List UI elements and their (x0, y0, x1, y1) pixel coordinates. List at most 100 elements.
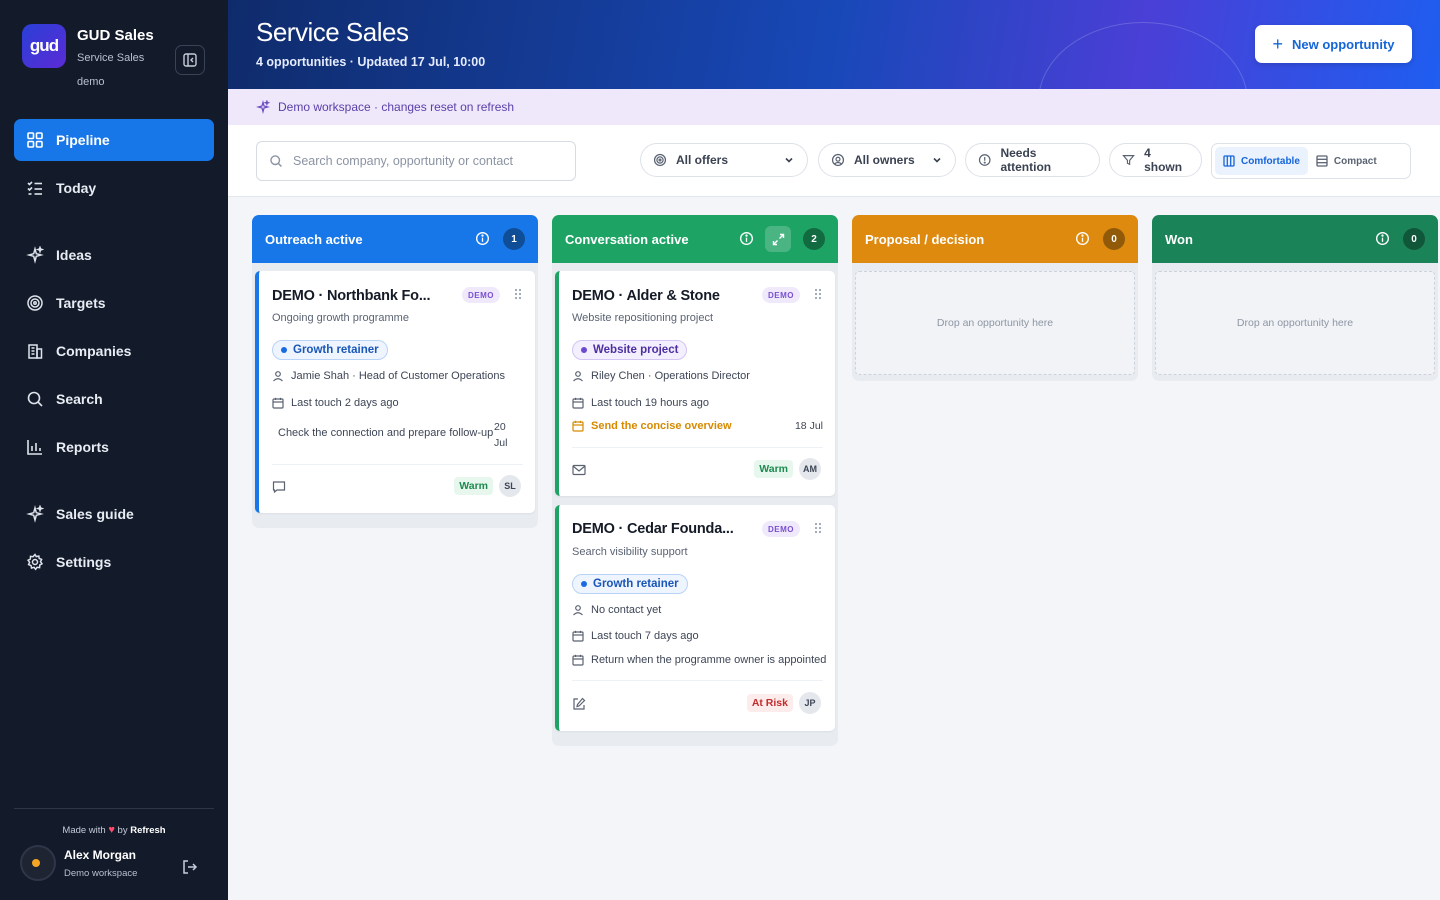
density-toggle: Comfortable Compact (1211, 143, 1411, 179)
drag-handle-icon[interactable] (813, 522, 823, 534)
owner-avatar[interactable]: SL (499, 475, 521, 497)
expand-column-button[interactable] (765, 226, 791, 252)
info-icon[interactable] (739, 231, 754, 246)
gear-icon (26, 553, 44, 571)
column-won: Won 0 Drop an opportunity here (1152, 215, 1438, 381)
last-touch-line: Last touch 7 days ago (572, 630, 699, 642)
chevron-down-icon (785, 157, 793, 163)
sidebar-item-label: Ideas (56, 247, 92, 263)
owner-avatar[interactable]: AM (799, 458, 821, 480)
logout-icon (183, 860, 198, 874)
logout-button[interactable] (181, 858, 199, 881)
brand[interactable]: gud GUD Sales Service Sales demo (22, 24, 154, 88)
last-touch-line: Last touch 19 hours ago (572, 397, 709, 409)
mail-icon[interactable] (572, 464, 586, 476)
sidebar-item-targets[interactable]: Targets (14, 282, 214, 324)
column-header: Conversation active 2 (552, 215, 838, 263)
sparkle-icon (26, 505, 44, 523)
sidebar-item-label: Settings (56, 554, 112, 570)
brand-logo: gud (22, 24, 66, 68)
card-title[interactable]: DEMO · Cedar Founda... (572, 521, 734, 537)
drag-handle-icon[interactable] (813, 288, 823, 300)
edit-note-icon[interactable] (572, 697, 586, 711)
checklist-icon (27, 181, 42, 195)
sidebar-item-companies[interactable]: Companies (14, 330, 214, 372)
status-badge: Warm (754, 460, 793, 478)
next-step: Check the connection and prepare follow-… (278, 427, 494, 439)
drop-zone[interactable]: Drop an opportunity here (1155, 271, 1435, 375)
sidebar-item-today[interactable]: Today (14, 167, 214, 209)
user-icon (573, 605, 583, 616)
user-profile[interactable]: Alex Morgan Demo workspace (20, 845, 137, 881)
demo-badge: DEMO (762, 521, 800, 537)
comfortable-option[interactable]: Comfortable (1215, 147, 1308, 175)
opportunity-card[interactable]: DEMO · Northbank Fo... DEMO Ongoing grow… (255, 271, 535, 513)
plus-icon: + (1272, 33, 1283, 54)
avatar (20, 845, 56, 881)
sidebar-item-label: Companies (56, 343, 132, 359)
drag-handle-icon[interactable] (513, 288, 523, 300)
card-title[interactable]: DEMO · Alder & Stone (572, 288, 720, 304)
card-title[interactable]: DEMO · Northbank Fo... (272, 288, 430, 304)
compact-option[interactable]: Compact (1308, 147, 1385, 175)
user-workspace: Demo workspace (64, 867, 138, 879)
user-circle-icon (831, 153, 845, 167)
calendar-icon (572, 630, 584, 642)
sidebar: gud GUD Sales Service Sales demo Pipelin… (0, 0, 228, 900)
shown-filter[interactable]: 4 shown (1109, 143, 1202, 177)
sidebar-item-settings[interactable]: Settings (14, 541, 214, 583)
card-subtitle: Search visibility support (572, 546, 688, 558)
sidebar-item-label: Pipeline (56, 132, 110, 148)
status-badge: Warm (454, 477, 493, 495)
search-input[interactable] (293, 154, 553, 168)
status-badge: At Risk (746, 694, 793, 712)
expand-icon (772, 233, 784, 245)
sidebar-item-pipeline[interactable]: Pipeline (14, 119, 214, 161)
sidebar-item-search[interactable]: Search (14, 378, 214, 420)
info-icon[interactable] (1375, 231, 1390, 246)
offer-tag: Growth retainer (272, 340, 388, 360)
page-subtitle: 4 opportunities · Updated 17 Jul, 10:00 (256, 55, 486, 69)
sparkle-icon (26, 246, 44, 264)
new-opportunity-button[interactable]: + New opportunity (1255, 25, 1412, 63)
collapse-sidebar-button[interactable] (175, 45, 205, 75)
sidebar-item-reports[interactable]: Reports (14, 426, 214, 468)
calendar-icon (572, 397, 584, 409)
column-header: Proposal / decision 0 (852, 215, 1138, 263)
refresh-link[interactable]: Refresh (130, 825, 165, 836)
offers-filter[interactable]: All offers (640, 143, 808, 177)
heart-icon: ♥ (108, 824, 115, 836)
comment-icon[interactable] (272, 480, 286, 494)
made-with-credit: Made with ♥ by Refresh (62, 824, 166, 836)
owner-avatar[interactable]: JP (799, 692, 821, 714)
sidebar-item-label: Reports (56, 439, 109, 455)
card-subtitle: Ongoing growth programme (272, 312, 409, 324)
page-header: Service Sales 4 opportunities · Updated … (228, 0, 1440, 89)
opportunity-card[interactable]: DEMO · Cedar Founda... DEMO Search visib… (555, 505, 835, 731)
sidebar-divider (14, 808, 214, 809)
user-icon (273, 371, 283, 382)
user-name: Alex Morgan (64, 847, 137, 862)
contact-line: Jamie Shah · Head of Customer Operations (272, 370, 505, 382)
chart-icon (27, 440, 42, 455)
info-icon[interactable] (1075, 231, 1090, 246)
user-icon (573, 371, 583, 382)
column-count: 2 (803, 228, 825, 250)
column-header: Outreach active 1 (252, 215, 538, 263)
sidebar-item-ideas[interactable]: Ideas (14, 234, 214, 276)
search-icon (270, 155, 282, 167)
opportunity-card[interactable]: DEMO · Alder & Stone DEMO Website reposi… (555, 271, 835, 496)
demo-badge: DEMO (762, 287, 800, 303)
needs-attention-filter[interactable]: Needs attention (965, 143, 1100, 177)
chevron-down-icon (933, 157, 941, 163)
owners-filter[interactable]: All owners (818, 143, 956, 177)
target-icon (653, 153, 667, 167)
column-count: 0 (1403, 228, 1425, 250)
column-count: 1 (503, 228, 525, 250)
drop-zone[interactable]: Drop an opportunity here (855, 271, 1135, 375)
info-icon[interactable] (475, 231, 490, 246)
search-box[interactable] (256, 141, 576, 181)
sidebar-item-sales-guide[interactable]: Sales guide (14, 493, 214, 535)
contact-line: Riley Chen · Operations Director (572, 370, 750, 382)
sidebar-item-label: Targets (56, 295, 106, 311)
